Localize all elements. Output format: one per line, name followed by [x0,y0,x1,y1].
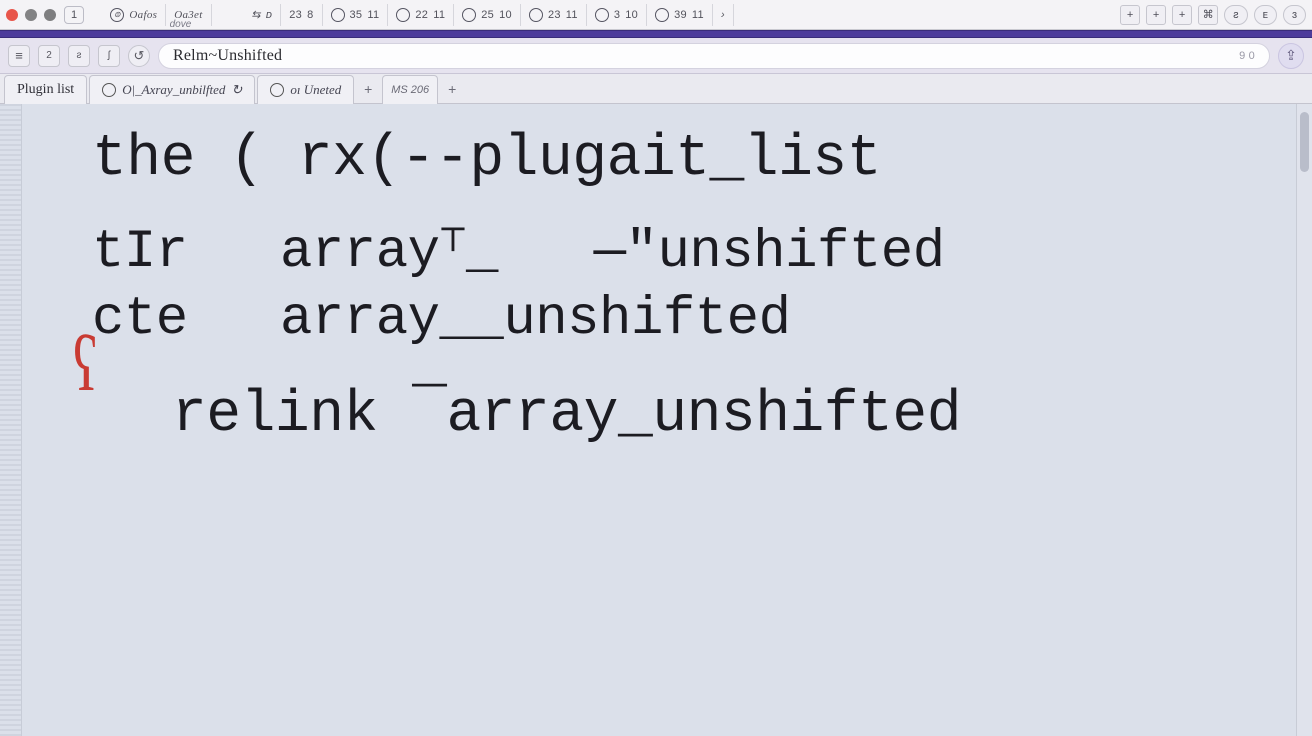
tab-num-b: 11 [692,9,704,21]
code-token: cte [92,286,242,354]
tab-num-a: 3 [614,9,620,21]
omnibox[interactable]: Relm~Unshifted 9 0 [158,43,1270,69]
tab-label: oı Uneted [290,82,341,98]
globe-icon [462,8,476,22]
tab-num-a: 23 [289,9,302,21]
accent-bar [0,30,1312,38]
code-line: array⸆_ —"unshifted [280,219,945,287]
browser-tab-first[interactable]: 1 [64,6,84,24]
code-line: the ( rx(--plugait_list [92,124,1302,197]
globe-icon: ⊜ [110,8,124,22]
code-editor: the ( rx(--plugait_list tIr cte array⸆_ … [0,104,1312,736]
code-col-body: array⸆_ —"unshifted array__unshifted [280,219,945,354]
dove-label: dove [170,19,192,30]
tab-num-b: 11 [367,9,379,21]
browser-tab[interactable]: 23 11 [521,4,587,26]
minimize-window-button[interactable] [25,9,37,21]
tab-label: O|_Axray_unbilfted [122,82,225,98]
tab-num-b: 10 [625,9,638,21]
tab-label: ᴅ [266,9,272,21]
new-tab-button[interactable]: + [1120,5,1140,25]
document-tab[interactable]: oı Uneted [257,75,354,104]
tab-number: 1 [71,9,77,21]
browser-tab[interactable]: 23 8 [281,4,322,26]
tab-label: Plugin list [17,82,74,98]
code-token: tIr [92,219,242,287]
traffic-lights [6,9,56,21]
reload-icon: ↺ [134,48,145,64]
tab-label: Oafos [129,9,157,21]
omnibox-text: Relm~Unshifted [173,47,282,65]
scrollbar-thumb[interactable] [1300,112,1309,172]
error-marker-icon: ʕ [73,319,97,409]
browser-tab[interactable]: 35 11 [323,4,389,26]
titlebar-actions: + + + ⌘ ƨ ᴇ ɜ [1120,5,1306,25]
tab-num-a: 23 [548,9,561,21]
code-col-labels: tIr cte [92,219,242,354]
browser-tab[interactable]: ⇆ ᴅ [243,4,281,26]
code-block: tIr cte array⸆_ —"unshifted array__unshi… [92,219,1302,354]
tab-num-a: 39 [674,9,687,21]
document-tab-mini[interactable]: MS 206 [382,75,438,104]
loading-icon: ↻ [231,82,242,98]
tab-num-b: 11 [566,9,578,21]
grid-icon[interactable]: ⌘ [1198,5,1218,25]
new-document-tab[interactable]: + [440,74,464,103]
globe-icon [270,83,284,97]
browser-tab[interactable]: 22 11 [388,4,454,26]
tab-num-b: 10 [499,9,512,21]
code-line: array__unshifted [280,286,945,354]
document-tab-strip: Plugin list O|_Axray_unbilfted ↻ oı Unet… [0,74,1312,104]
tab-num-a: 25 [481,9,494,21]
omnibox-tail: 9 0 [1239,50,1255,62]
pill-button[interactable]: ɜ [1283,5,1306,25]
vertical-scrollbar[interactable] [1296,104,1312,736]
tab-num-b: 8 [307,9,313,21]
globe-icon [102,83,116,97]
new-tab-button[interactable]: + [1146,5,1166,25]
chevron-right-icon: › [721,9,725,21]
globe-icon [529,8,543,22]
code-line: relink ¯array_unshifted [172,380,1302,453]
pill-button[interactable]: ᴇ [1254,5,1277,25]
browser-tab[interactable]: 39 11 [647,4,713,26]
code-area[interactable]: the ( rx(--plugait_list tIr cte array⸆_ … [22,104,1312,736]
close-window-button[interactable] [6,9,18,21]
nav-button[interactable]: ʃ [98,45,120,67]
tab-label: MS 206 [391,84,429,96]
reload-button[interactable]: ↺ [128,45,150,67]
globe-icon [396,8,410,22]
menu-button[interactable]: ≡ [8,45,30,67]
tab-num-a: 35 [350,9,363,21]
share-button[interactable]: ⇪ [1278,43,1304,69]
globe-icon [331,8,345,22]
document-tab-main[interactable]: Plugin list [4,75,87,104]
new-document-tab[interactable]: + [356,74,380,103]
nav-button[interactable]: ƨ [68,45,90,67]
browser-tab-strip: ⊜ Oafos Oa3et dove ⇆ ᴅ 23 8 35 11 22 11 … [102,4,734,26]
browser-tab[interactable]: ⊜ Oafos [102,4,166,26]
menu-icon: ≡ [15,48,23,63]
tab-num-b: 11 [433,9,445,21]
globe-icon [595,8,609,22]
nav-button[interactable]: 2 [38,45,60,67]
swap-icon: ⇆ [251,8,261,21]
pill-button[interactable]: ƨ [1224,5,1248,25]
window-titlebar: 1 ⊜ Oafos Oa3et dove ⇆ ᴅ 23 8 35 11 22 1… [0,0,1312,30]
zoom-window-button[interactable] [44,9,56,21]
tab-num-a: 22 [415,9,428,21]
browser-tab[interactable]: 3 10 [587,4,647,26]
document-tab[interactable]: O|_Axray_unbilfted ↻ [89,75,255,104]
line-number-gutter[interactable] [0,104,22,736]
overflow-tab[interactable]: › [713,4,734,26]
upload-icon: ⇪ [1285,47,1297,64]
browser-tab[interactable]: 25 10 [454,4,521,26]
new-tab-button[interactable]: + [1172,5,1192,25]
address-bar-row: ≡ 2 ƨ ʃ ↺ Relm~Unshifted 9 0 ⇪ [0,38,1312,74]
globe-icon [655,8,669,22]
